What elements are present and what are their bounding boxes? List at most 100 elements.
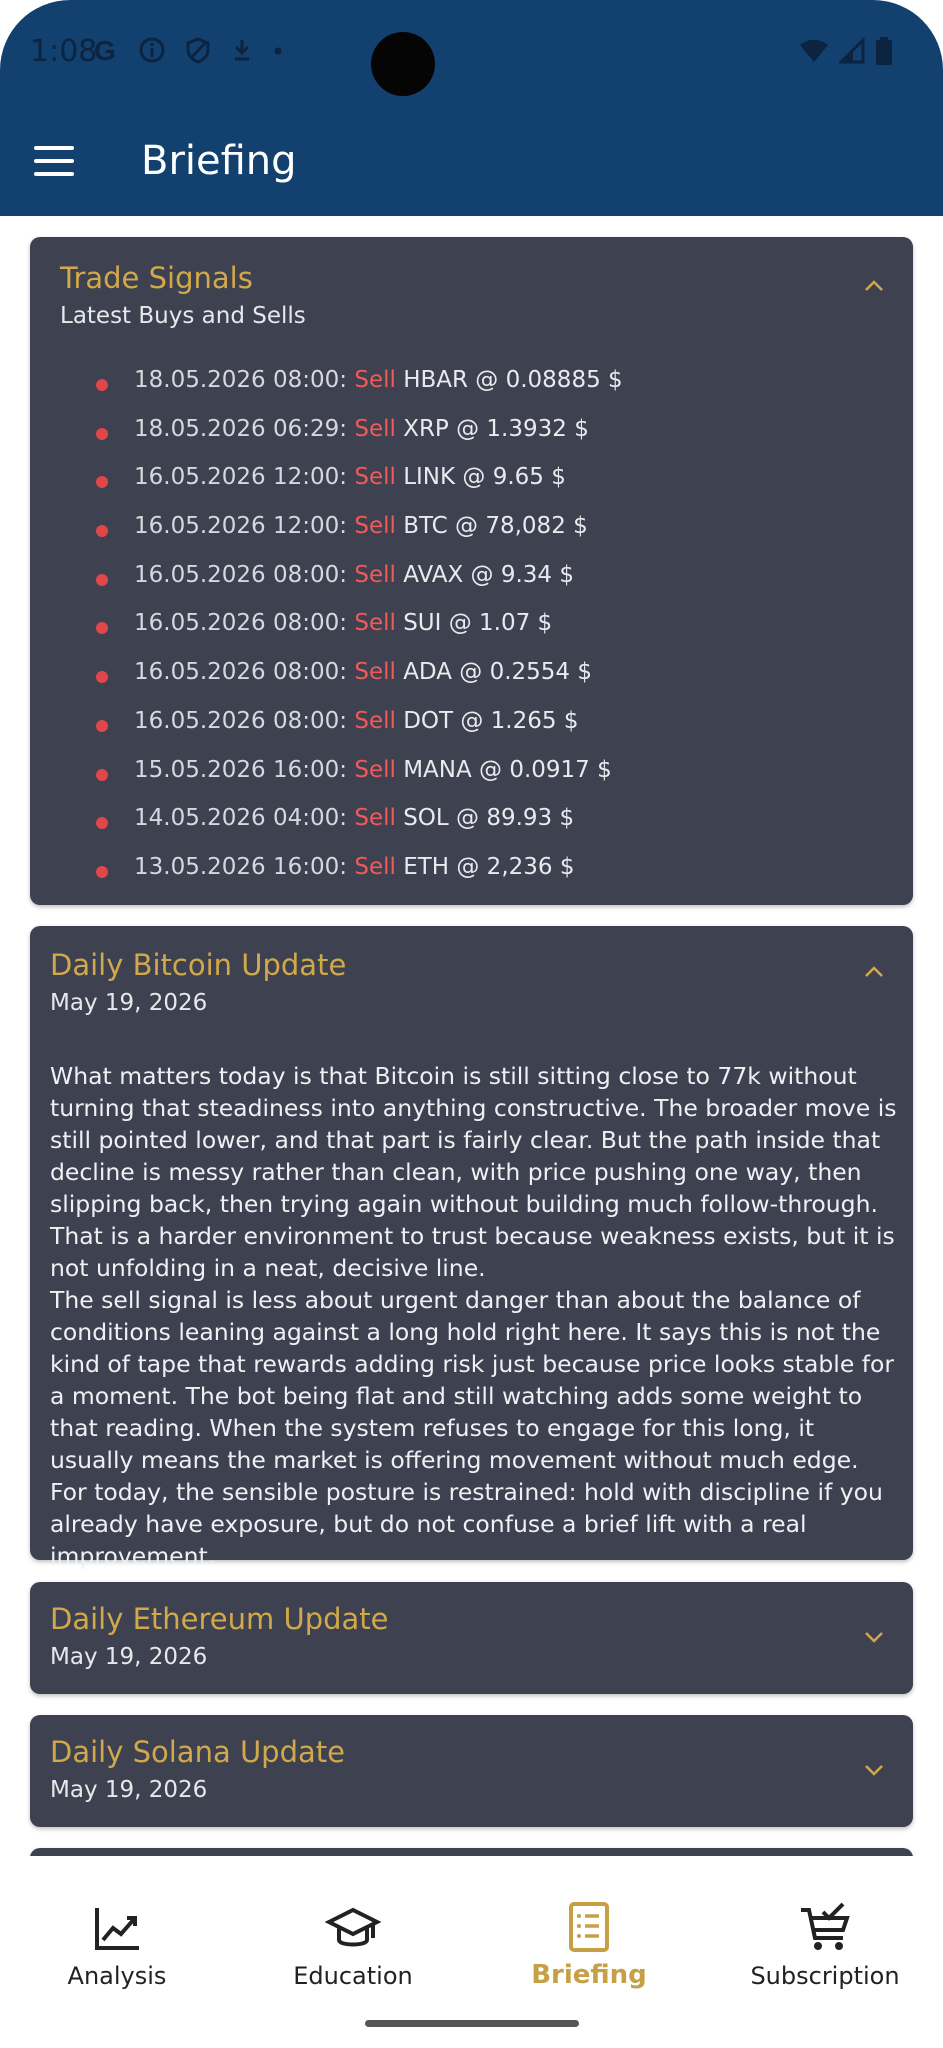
ethereum-update-card[interactable]: Daily Ethereum Update May 19, 2026	[30, 1582, 913, 1694]
signal-action: Sell	[354, 610, 396, 637]
trade-signal-item: 15.05.2026 16:00: Sell MANA @ 0.0917 $	[60, 757, 890, 806]
wifi-icon	[800, 39, 828, 62]
signal-action: Sell	[354, 853, 396, 880]
page-title: Briefing	[141, 138, 297, 184]
nav-label: Analysis	[67, 1962, 167, 1990]
chevron-down-icon[interactable]	[861, 1757, 887, 1783]
bullet-dot-icon	[96, 622, 108, 635]
signal-action: Sell	[354, 707, 396, 734]
signal-detail: SUI @ 1.07 $	[403, 610, 553, 637]
signal-datetime: 14.05.2026 04:00:	[134, 805, 348, 832]
signal-datetime: 18.05.2026 08:00:	[134, 367, 348, 393]
nav-analysis[interactable]: Analysis	[17, 1900, 217, 1990]
signal-detail: HBAR @ 0.08885 $	[403, 367, 623, 393]
signal-detail: MANA @ 0.0917 $	[403, 756, 612, 783]
bitcoin-update-title[interactable]: Daily Bitcoin Update	[50, 948, 346, 982]
next-update-card[interactable]	[30, 1848, 913, 1856]
bitcoin-update-date: May 19, 2026	[50, 990, 208, 1016]
signal-datetime: 13.05.2026 16:00:	[134, 853, 348, 880]
bullet-dot-icon	[96, 573, 108, 586]
signal-action: Sell	[354, 659, 396, 686]
nav-label: Briefing	[531, 1960, 647, 1990]
trade-signal-item: 16.05.2026 08:00: Sell DOT @ 1.265 $	[60, 708, 890, 757]
trade-signal-item: 16.05.2026 12:00: Sell BTC @ 78,082 $	[60, 513, 890, 562]
shield-icon	[186, 37, 210, 64]
hamburger-menu-button[interactable]	[34, 146, 74, 176]
signal-datetime: 16.05.2026 08:00:	[134, 707, 348, 734]
signal-detail: BTC @ 78,082 $	[403, 513, 588, 540]
nav-briefing[interactable]: Briefing	[489, 1900, 689, 1990]
signal-text: 16.05.2026 08:00: Sell SUI @ 1.07 $	[134, 610, 552, 636]
ethereum-update-title[interactable]: Daily Ethereum Update	[50, 1602, 389, 1636]
info-icon	[139, 37, 165, 63]
nav-label: Subscription	[750, 1962, 900, 1990]
signal-action: Sell	[354, 561, 396, 588]
document-list-icon	[569, 1902, 609, 1952]
nav-education[interactable]: Education	[253, 1900, 453, 1990]
signal-text: 16.05.2026 08:00: Sell ADA @ 0.2554 $	[134, 659, 592, 685]
signal-datetime: 16.05.2026 12:00:	[134, 513, 348, 540]
solana-update-card[interactable]: Daily Solana Update May 19, 2026	[30, 1715, 913, 1827]
battery-icon	[876, 37, 892, 65]
download-icon	[234, 40, 250, 61]
status-bar: 1:08 G	[0, 0, 943, 110]
signal-action: Sell	[354, 756, 396, 783]
graduation-cap-icon	[325, 1907, 381, 1947]
chevron-up-icon[interactable]	[861, 959, 887, 985]
signal-datetime: 16.05.2026 08:00:	[134, 561, 348, 588]
signal-datetime: 15.05.2026 16:00:	[134, 756, 348, 783]
svg-text:G: G	[94, 36, 116, 64]
chart-line-icon	[95, 1908, 139, 1950]
bitcoin-update-paragraph: What matters today is that Bitcoin is st…	[50, 1062, 897, 1282]
signal-action: Sell	[354, 513, 396, 540]
status-icons-left: G	[92, 36, 284, 64]
signal-datetime: 16.05.2026 12:00:	[134, 464, 348, 491]
signal-text: 16.05.2026 12:00: Sell BTC @ 78,082 $	[134, 513, 588, 539]
bullet-dot-icon	[96, 427, 108, 440]
bitcoin-update-card: Daily Bitcoin Update May 19, 2026 What m…	[30, 926, 913, 1570]
signal-text: 15.05.2026 16:00: Sell MANA @ 0.0917 $	[134, 757, 612, 783]
menu-line-icon	[34, 146, 74, 150]
signal-datetime: 16.05.2026 08:00:	[134, 659, 348, 686]
bitcoin-update-paragraph: The sell signal is less about urgent dan…	[50, 1286, 895, 1570]
signal-text: 16.05.2026 12:00: Sell LINK @ 9.65 $	[134, 464, 566, 490]
trade-signal-item: 18.05.2026 08:00: Sell HBAR @ 0.08885 $	[60, 367, 890, 416]
signal-action: Sell	[354, 805, 396, 832]
signal-detail: ETH @ 2,236 $	[403, 853, 575, 880]
trade-signals-subtitle: Latest Buys and Sells	[60, 303, 306, 329]
chevron-up-icon[interactable]	[861, 273, 887, 299]
trade-signals-title[interactable]: Trade Signals	[60, 261, 253, 295]
solana-update-title[interactable]: Daily Solana Update	[50, 1735, 345, 1769]
signal-text: 18.05.2026 06:29: Sell XRP @ 1.3932 $	[134, 416, 589, 442]
signal-action: Sell	[354, 415, 396, 442]
cart-check-icon	[801, 1902, 850, 1950]
signal-detail: ADA @ 0.2554 $	[403, 659, 593, 686]
signal-text: 16.05.2026 08:00: Sell AVAX @ 9.34 $	[134, 562, 574, 588]
phone-screen: 1:08 G Briefing Trade Signals Latest Buy…	[0, 0, 943, 2048]
signal-detail: DOT @ 1.265 $	[403, 707, 579, 734]
bullet-dot-icon	[96, 719, 108, 732]
chevron-down-icon[interactable]	[861, 1624, 887, 1650]
signal-detail: AVAX @ 9.34 $	[403, 561, 574, 588]
front-camera	[371, 32, 435, 96]
trade-signals-card: Trade Signals Latest Buys and Sells 18.0…	[30, 237, 913, 905]
trade-signal-item: 13.05.2026 16:00: Sell ETH @ 2,236 $	[60, 854, 890, 903]
trade-signal-item: 16.05.2026 08:00: Sell SUI @ 1.07 $	[60, 610, 890, 659]
bullet-dot-icon	[96, 865, 108, 878]
trade-signal-item: 18.05.2026 06:29: Sell XRP @ 1.3932 $	[60, 416, 890, 465]
bullet-dot-icon	[96, 671, 108, 684]
trade-signal-item: 14.05.2026 04:00: Sell SOL @ 89.93 $	[60, 805, 890, 854]
home-indicator[interactable]	[365, 2020, 579, 2027]
bullet-dot-icon	[96, 768, 108, 781]
app-header: 1:08 G Briefing	[0, 0, 943, 216]
ethereum-update-date: May 19, 2026	[50, 1644, 208, 1670]
signal-icon	[839, 37, 865, 64]
trade-signal-item: 16.05.2026 08:00: Sell AVAX @ 9.34 $	[60, 562, 890, 611]
google-icon: G	[94, 36, 116, 64]
trade-signal-item: 16.05.2026 12:00: Sell LINK @ 9.65 $	[60, 464, 890, 513]
nav-subscription[interactable]: Subscription	[725, 1900, 925, 1990]
briefing-content[interactable]: Trade Signals Latest Buys and Sells 18.0…	[0, 216, 943, 1856]
bullet-dot-icon	[96, 817, 108, 830]
bottom-navigation: Analysis Education Briefing Subscription	[0, 1856, 943, 2048]
status-time: 1:08	[30, 34, 98, 69]
